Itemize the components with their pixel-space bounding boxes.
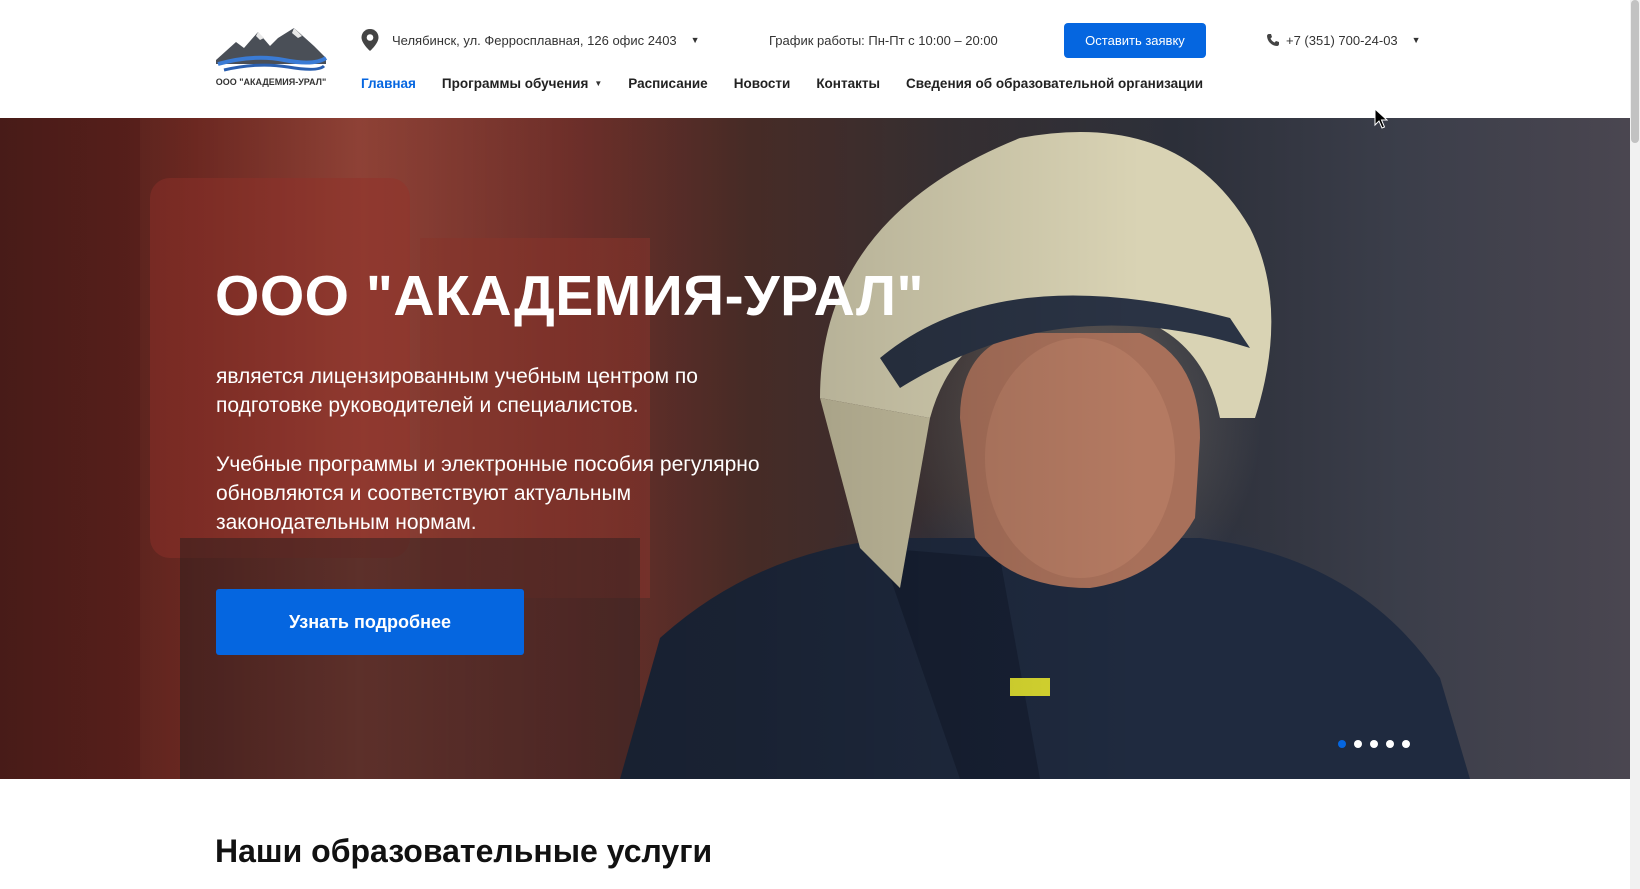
hours-text: График работы: Пн-Пт с 10:00 – 20:00 [769, 32, 998, 48]
phone-block[interactable]: +7 (351) 700-24-03 ▼ [1266, 22, 1421, 58]
location-pin-icon [361, 29, 379, 51]
hero-paragraph: является лицензированным учебным центром… [216, 365, 698, 417]
working-hours: График работы: Пн-Пт с 10:00 – 20:00 [769, 22, 998, 58]
nav-item-contacts[interactable]: Контакты [816, 76, 880, 91]
slider-dot[interactable] [1386, 740, 1394, 748]
section-title: Наши образовательные услуги [215, 833, 713, 869]
hero-overlay [0, 118, 1630, 779]
logo[interactable]: ООО "АКАДЕМИЯ-УРАЛ" [214, 24, 328, 94]
slider-dot[interactable] [1354, 740, 1362, 748]
address-block[interactable]: Челябинск, ул. Ферросплавная, 126 офис 2… [360, 22, 700, 58]
request-button[interactable]: Оставить заявку [1064, 23, 1206, 58]
hero-title: ООО "АКАДЕМИЯ-УРАЛ" [215, 264, 924, 328]
scrollbar[interactable] [1630, 0, 1640, 889]
mountain-logo-icon [216, 28, 328, 72]
scrollbar-thumb[interactable] [1631, 0, 1639, 143]
site-header: ООО "АКАДЕМИЯ-УРАЛ" Челябинск, ул. Ферро… [0, 0, 1630, 118]
logo-text: ООО "АКАДЕМИЯ-УРАЛ" [215, 77, 327, 87]
main-nav: Главная Программы обучения ▼ Расписание … [361, 76, 1229, 91]
chevron-down-icon: ▼ [690, 35, 700, 45]
hero-paragraph: Учебные программы и электронные пособия … [216, 453, 760, 534]
nav-item-schedule[interactable]: Расписание [628, 76, 707, 91]
address-text: Челябинск, ул. Ферросплавная, 126 офис 2… [392, 32, 677, 48]
nav-item-news[interactable]: Новости [734, 76, 791, 91]
learn-more-button[interactable]: Узнать подробнее [216, 589, 524, 655]
slider-dot[interactable] [1370, 740, 1378, 748]
nav-item-organization-info[interactable]: Сведения об образовательной организации [906, 76, 1203, 91]
slider-dot[interactable] [1402, 740, 1410, 748]
chevron-down-icon: ▼ [594, 79, 603, 88]
chevron-down-icon: ▼ [1411, 35, 1421, 45]
phone-text: +7 (351) 700-24-03 [1286, 32, 1398, 48]
mouse-cursor-icon [1374, 108, 1388, 129]
hero-slider: ООО "АКАДЕМИЯ-УРАЛ" является лицензирова… [0, 118, 1630, 779]
nav-item-programs[interactable]: Программы обучения ▼ [442, 76, 602, 91]
slider-dot[interactable] [1338, 740, 1346, 748]
phone-icon [1267, 34, 1279, 46]
nav-item-label: Программы обучения [441, 76, 589, 91]
nav-item-home[interactable]: Главная [361, 76, 416, 91]
slider-pagination [1338, 740, 1410, 748]
